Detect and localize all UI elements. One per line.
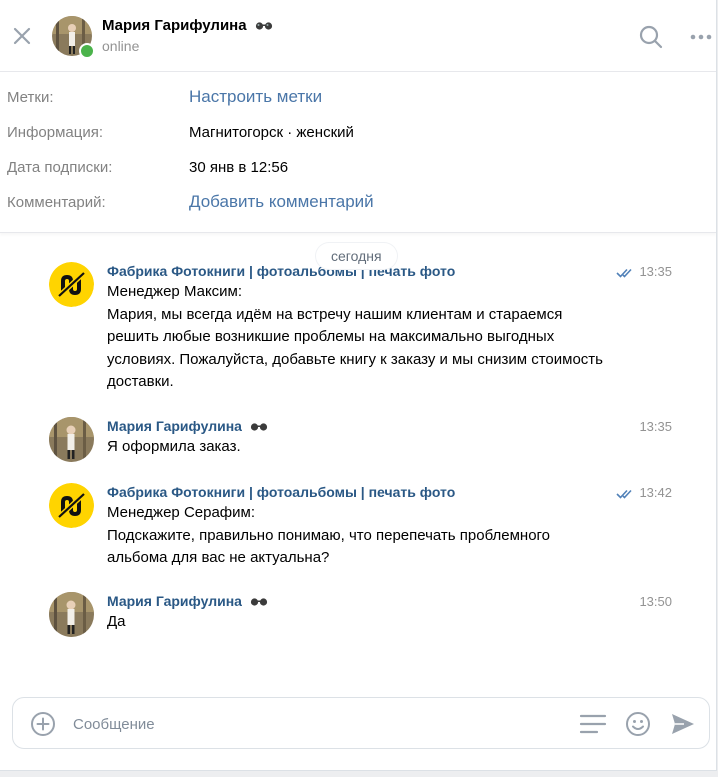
contact-status: online	[102, 38, 140, 54]
emoji-button[interactable]	[624, 710, 652, 738]
message-author-text: Мария Гарифулина	[107, 418, 242, 434]
message-author[interactable]: Фабрика Фотокниги | фотоальбомы | печать…	[107, 484, 455, 500]
message-input[interactable]	[71, 711, 555, 737]
brand-logo-icon	[49, 262, 94, 307]
message-time: 13:42	[639, 485, 672, 500]
info-label: Метки:	[7, 89, 54, 106]
message-author[interactable]: Фабрика Фотокниги | фотоальбомы | печать…	[107, 263, 455, 279]
info-label: Дата подписки:	[7, 159, 113, 176]
info-row-tags: Метки: Настроить метки	[0, 81, 716, 116]
chat-header: Мария Гарифулина online	[0, 0, 716, 72]
info-row-information: Информация: Магнитогорск · женский	[0, 116, 716, 151]
info-label: Комментарий:	[7, 194, 106, 211]
search-icon	[639, 25, 663, 49]
date-separator: сегодня	[316, 243, 397, 269]
message-author-text: Мария Гарифулина	[107, 593, 242, 609]
contact-name[interactable]: Мария Гарифулина	[102, 17, 273, 34]
search-button[interactable]	[638, 24, 664, 50]
chat-panel: Мария Гарифулина online Метки: Настроить…	[0, 0, 717, 771]
avatar-photo-icon	[49, 417, 94, 462]
message-author[interactable]: Мария Гарифулина	[107, 593, 268, 609]
message-time: 13:35	[639, 264, 672, 279]
online-indicator	[79, 43, 95, 59]
more-button[interactable]	[688, 28, 714, 46]
message-text: Я оформила заказ.	[107, 438, 241, 455]
read-checkmark-icon	[616, 268, 632, 278]
close-button[interactable]	[8, 22, 36, 50]
info-row-comment: Комментарий: Добавить комментарий	[0, 186, 716, 221]
avatar[interactable]	[49, 417, 94, 462]
info-value: Магнитогорск · женский	[189, 124, 354, 141]
contact-info-panel: Метки: Настроить метки Информация: Магни…	[0, 72, 716, 233]
message-text: Менеджер Максим: Мария, мы всегда идём н…	[107, 283, 603, 390]
info-row-subscription-date: Дата подписки: 30 янв в 12:56	[0, 151, 716, 186]
message-time: 13:35	[639, 419, 672, 434]
message-text: Менеджер Серафим: Подскажите, правильно …	[107, 504, 551, 566]
info-label: Информация:	[7, 124, 104, 141]
templates-icon	[579, 714, 607, 734]
more-icon	[690, 34, 712, 40]
avatar[interactable]	[49, 483, 94, 528]
brand-logo-icon	[49, 483, 94, 528]
message-text: Да	[107, 613, 126, 630]
glasses-emoji-icon	[250, 423, 267, 431]
info-value: 30 янв в 12:56	[189, 159, 289, 176]
message-time: 13:50	[639, 594, 672, 609]
send-button[interactable]	[669, 710, 697, 738]
emoji-icon	[626, 712, 650, 736]
avatar-photo-icon	[49, 592, 94, 637]
glasses-emoji-icon	[255, 22, 272, 30]
message-composer	[12, 697, 710, 749]
send-icon	[672, 714, 694, 734]
message-author[interactable]: Мария Гарифулина	[107, 418, 268, 434]
avatar[interactable]	[49, 262, 94, 307]
plus-circle-icon	[31, 712, 55, 736]
avatar[interactable]	[49, 592, 94, 637]
templates-button[interactable]	[579, 711, 607, 737]
contact-name-text: Мария Гарифулина	[102, 17, 247, 34]
attach-button[interactable]	[30, 711, 56, 737]
configure-tags-link[interactable]: Настроить метки	[189, 87, 322, 107]
glasses-emoji-icon	[250, 598, 267, 606]
close-icon	[13, 27, 31, 45]
add-comment-link[interactable]: Добавить комментарий	[189, 192, 374, 212]
read-checkmark-icon	[616, 489, 632, 499]
